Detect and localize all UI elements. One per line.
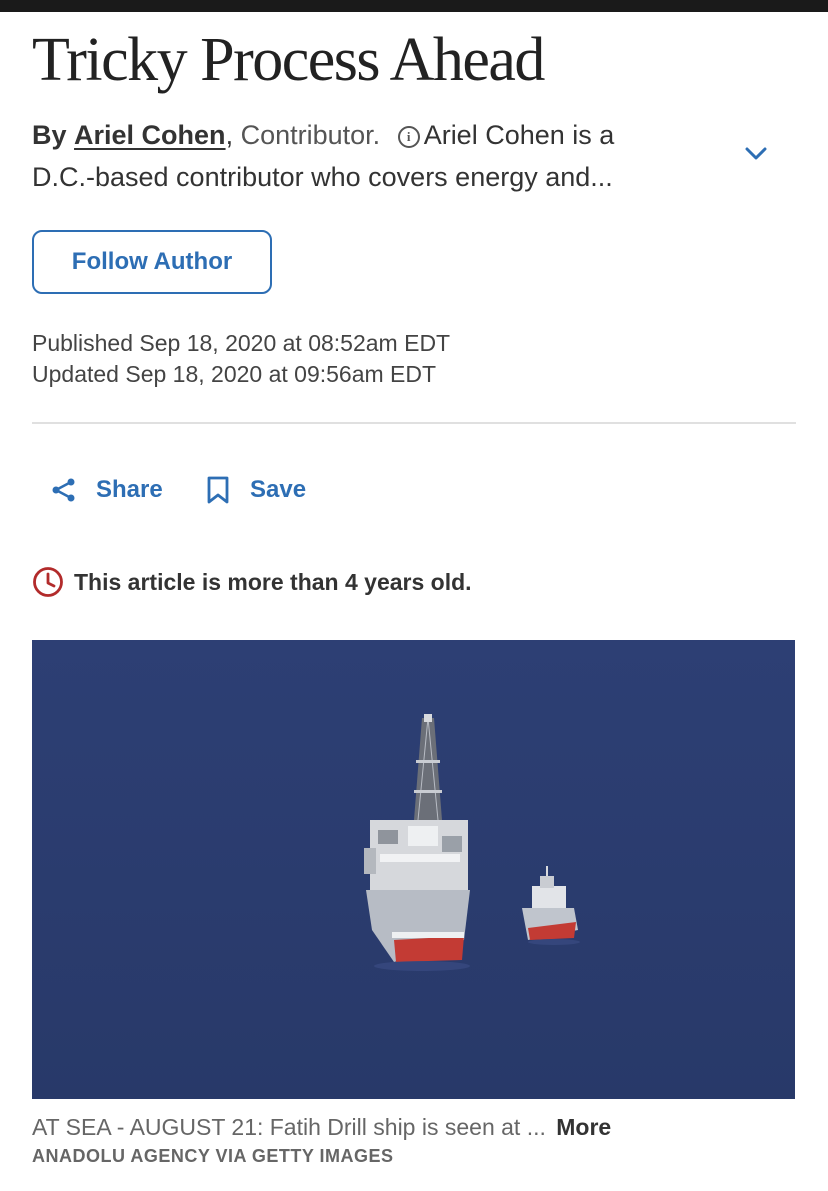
clock-icon: [33, 567, 63, 597]
drill-ship-photo: [32, 640, 795, 1099]
image-credit: ANADOLU AGENCY VIA GETTY IMAGES: [32, 1146, 394, 1166]
hero-image[interactable]: [32, 640, 795, 1099]
published-date: Published Sep 18, 2020 at 08:52am EDT: [32, 330, 451, 356]
author-link[interactable]: Ariel Cohen: [74, 120, 226, 150]
share-button[interactable]: Share: [50, 470, 163, 510]
info-icon: i: [397, 126, 420, 148]
divider: [32, 422, 796, 424]
article-age-notice: This article is more than 4 years old.: [32, 566, 472, 598]
share-label: Share: [96, 476, 163, 503]
save-label: Save: [250, 476, 307, 503]
chevron-down-icon[interactable]: [742, 140, 770, 168]
bookmark-icon: [207, 476, 229, 504]
image-caption: AT SEA - AUGUST 21: Fatih Drill ship is …: [32, 1111, 611, 1143]
byline: By Ariel Cohen, Contributor. i Ariel Cohe…: [32, 114, 712, 198]
byline-by-label: By: [32, 120, 67, 150]
updated-date: Updated Sep 18, 2020 at 09:56am EDT: [32, 361, 437, 387]
article-headline: Tricky Process Ahead: [32, 26, 545, 94]
byline-comma: ,: [225, 120, 234, 150]
author-bio-line2: D.C.-based contributor who covers energy…: [32, 162, 613, 192]
follow-author-button[interactable]: Follow Author: [32, 230, 272, 294]
article-dates: Published Sep 18, 2020 at 08:52am EDT Up…: [32, 328, 450, 390]
article-age-text: This article is more than 4 years old.: [74, 568, 472, 595]
share-icon: [52, 478, 75, 502]
save-button[interactable]: Save: [204, 470, 306, 510]
author-bio-line1: Ariel Cohen is a: [423, 120, 615, 150]
image-caption-text: AT SEA - AUGUST 21: Fatih Drill ship is …: [32, 1114, 546, 1140]
author-role: Contributor.: [240, 120, 381, 150]
top-bar: [0, 0, 828, 12]
caption-more-link[interactable]: More: [556, 1114, 611, 1140]
